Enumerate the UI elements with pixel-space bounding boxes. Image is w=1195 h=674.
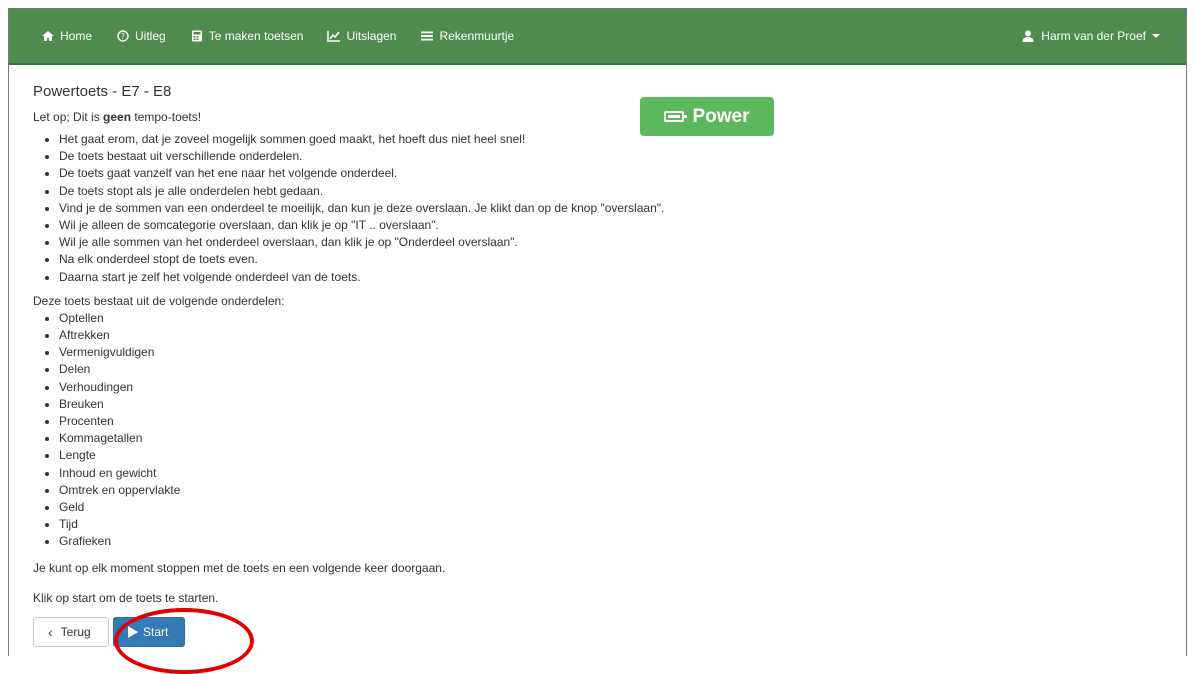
list-item: Het gaat erom, dat je zoveel mogelijk so… [59, 131, 1186, 148]
list-item: Wil je alleen de somcategorie overslaan,… [59, 217, 1186, 234]
start-button-label: Start [143, 624, 169, 639]
nav-item-label: Uitslagen [346, 29, 397, 43]
home-icon [42, 31, 54, 41]
user-menu[interactable]: Harm van der Proef [1021, 29, 1160, 43]
power-badge: Power [640, 97, 774, 136]
list-item: Delen [59, 361, 1186, 378]
list-item: Inhoud en gewicht [59, 465, 1186, 482]
list-item: Daarna start je zelf het volgende onderd… [59, 269, 1186, 286]
chevron-down-icon [1152, 34, 1160, 38]
nav-menu: Home ? Uitleg Te maken toetsen Uitslagen… [41, 29, 538, 43]
start-note: Klik op start om de toets te starten. [33, 590, 219, 605]
nav-item-home[interactable]: Home [41, 29, 92, 43]
list-item: De toets bestaat uit verschillende onder… [59, 148, 1186, 165]
start-button[interactable]: Start [113, 616, 185, 647]
list-item: Lengte [59, 447, 1186, 464]
nav-item-label: Home [60, 29, 93, 43]
browser-frame: Home ? Uitleg Te maken toetsen Uitslagen… [8, 8, 1187, 656]
battery-icon [664, 111, 688, 122]
nav-item-uitslagen[interactable]: Uitslagen [327, 29, 396, 43]
list-item: Breuken [59, 396, 1186, 413]
nav-item-uitleg[interactable]: ? Uitleg [116, 29, 166, 43]
list-item: Kommagetallen [59, 430, 1186, 447]
main-content: Powertoets - E7 - E8 Let op; Dit is geen… [9, 65, 1186, 647]
nav-item-rekenmuurtje[interactable]: Rekenmuurtje [420, 29, 514, 43]
nav-item-te-maken-toetsen[interactable]: Te maken toetsen [190, 29, 304, 43]
list-item: Vind je de sommen van een onderdeel te m… [59, 200, 1186, 217]
menu-icon [421, 31, 434, 41]
nav-item-label: Rekenmuurtje [439, 29, 515, 43]
list-item: Na elk onderdeel stopt de toets even. [59, 251, 1186, 268]
list-item: Geld [59, 499, 1186, 516]
user-icon [1022, 30, 1034, 42]
parts-list: Optellen Aftrekken Vermenigvuldigen Dele… [33, 310, 1186, 551]
list-item: Vermenigvuldigen [59, 344, 1186, 361]
list-item: Procenten [59, 413, 1186, 430]
question-icon: ? [117, 30, 129, 42]
back-button-label: Terug [60, 624, 91, 639]
page-title: Powertoets - E7 - E8 [33, 83, 172, 100]
intro-text: Let op; Dit is geen tempo-toets! [33, 110, 202, 124]
stop-note: Je kunt op elk moment stoppen met de toe… [33, 560, 446, 575]
nav-item-label: Uitleg [135, 29, 166, 43]
list-item: Grafieken [59, 533, 1186, 550]
list-item: De toets stopt als je alle onderdelen he… [59, 183, 1186, 200]
back-button[interactable]: ‹ Terug [33, 616, 109, 647]
play-icon [128, 625, 138, 638]
calculator-icon [191, 30, 202, 42]
list-item: De toets gaat vanzelf van het ene naar h… [59, 165, 1186, 182]
parts-heading: Deze toets bestaat uit de volgende onder… [33, 293, 285, 308]
list-item: Omtrek en oppervlakte [59, 482, 1186, 499]
list-item: Tijd [59, 516, 1186, 533]
power-badge-label: Power [692, 105, 750, 127]
list-item: Optellen [59, 310, 1186, 327]
nav-item-label: Te maken toetsen [208, 29, 304, 43]
navbar: Home ? Uitleg Te maken toetsen Uitslagen… [9, 9, 1186, 65]
list-item: Wil je alle sommen van het onderdeel ove… [59, 234, 1186, 251]
chevron-left-icon: ‹ [48, 623, 53, 640]
list-item: Aftrekken [59, 327, 1186, 344]
svg-text:?: ? [121, 32, 125, 41]
chart-icon [327, 31, 341, 42]
list-item: Verhoudingen [59, 379, 1186, 396]
button-group: ‹ Terug Start [33, 616, 1186, 647]
rules-list: Het gaat erom, dat je zoveel mogelijk so… [33, 131, 1186, 286]
user-name: Harm van der Proef [1041, 29, 1146, 43]
